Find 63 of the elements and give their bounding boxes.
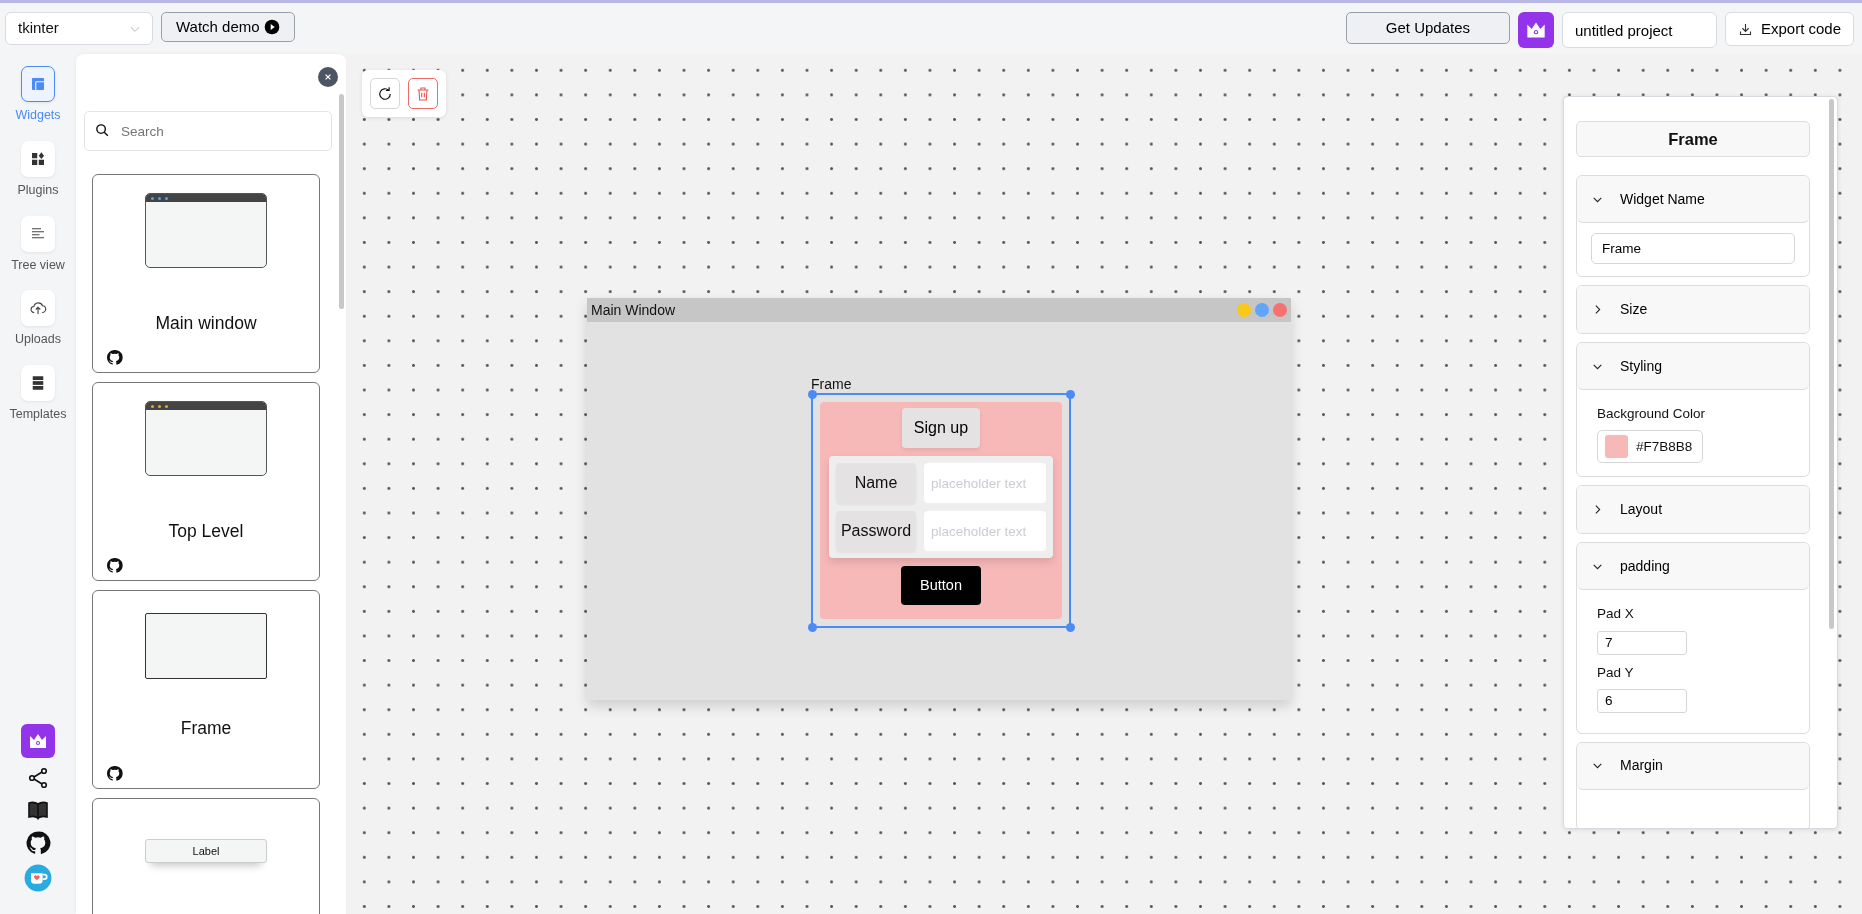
layout-icon — [29, 75, 47, 93]
submit-button[interactable]: Button — [901, 566, 981, 605]
github-icon — [106, 557, 123, 574]
github-icon — [106, 349, 123, 366]
scrollbar-thumb[interactable] — [1829, 99, 1834, 629]
widget-name: Frame — [180, 717, 232, 740]
label-preview: Label — [145, 839, 267, 863]
widget-card[interactable]: Top Level — [92, 382, 320, 581]
coffee-cup-icon — [24, 864, 52, 892]
rail-tab[interactable]: Plugins — [17, 140, 59, 200]
section-header[interactable]: Size — [1577, 286, 1809, 333]
section-header[interactable]: Margin — [1577, 742, 1809, 790]
section-header[interactable]: padding — [1577, 543, 1809, 591]
crown-icon[interactable] — [1517, 12, 1554, 48]
color-picker[interactable]: #F7B8B8 — [1597, 430, 1704, 464]
github-icon — [25, 830, 51, 856]
name-field[interactable]: Frame — [1591, 233, 1795, 264]
section-header[interactable]: Widget Name — [1577, 176, 1809, 223]
resize-handle[interactable] — [1065, 622, 1075, 632]
widget-name: Top Level — [168, 520, 244, 543]
number-field[interactable]: 7 — [1597, 630, 1687, 655]
resize-handle[interactable] — [807, 389, 817, 399]
close-button[interactable] — [318, 67, 338, 87]
rail-tab[interactable]: Templates — [9, 365, 67, 424]
widget-name: Main window — [155, 312, 257, 335]
field-label: Name — [836, 463, 916, 503]
framework-dropdown[interactable]: tkinter — [5, 12, 153, 45]
crown-icon[interactable] — [21, 724, 55, 758]
section-header[interactable]: Layout — [1577, 486, 1809, 534]
refresh-button[interactable] — [370, 78, 400, 109]
scrollbar-thumb[interactable] — [339, 94, 344, 309]
widget-card[interactable]: Label — [92, 798, 320, 914]
field-label: Pad X — [1597, 605, 1635, 624]
watch-demo-button[interactable]: Watch demo — [161, 12, 295, 42]
rail-tab[interactable]: Tree view — [11, 215, 65, 275]
section-header[interactable]: Styling — [1577, 343, 1809, 390]
refresh-icon — [376, 84, 394, 103]
search-field[interactable]: Search — [84, 111, 332, 151]
number-field[interactable]: 6 — [1597, 688, 1687, 713]
window-title: Main Window — [591, 300, 676, 320]
field-label: Background Color — [1597, 405, 1707, 423]
panel-title: Frame — [1576, 121, 1810, 157]
blocks-icon — [29, 149, 47, 168]
field-label: Pad Y — [1597, 663, 1635, 682]
resize-handle[interactable] — [807, 622, 817, 632]
project-name-field[interactable]: untitled project — [1561, 12, 1717, 48]
delete-button[interactable] — [408, 78, 438, 109]
share-icon — [26, 766, 50, 790]
get-updates-button[interactable]: Get Updates — [1345, 12, 1510, 44]
frame-caption: Frame — [811, 375, 852, 394]
play-icon — [263, 19, 280, 35]
field-label: Password — [836, 511, 916, 551]
export-code-button[interactable]: Export code — [1724, 12, 1854, 46]
widget-card[interactable]: Frame — [92, 590, 320, 789]
heading-label[interactable]: Sign up — [901, 408, 981, 448]
close-icon — [324, 72, 332, 82]
resize-handle[interactable] — [1065, 389, 1075, 399]
rail-tab[interactable]: Uploads — [15, 290, 61, 349]
download-icon — [1737, 21, 1753, 37]
widget-card[interactable]: Main window — [92, 174, 320, 373]
github-icon — [106, 765, 123, 782]
trash-icon — [415, 85, 431, 102]
maximize-button[interactable] — [1255, 303, 1269, 317]
